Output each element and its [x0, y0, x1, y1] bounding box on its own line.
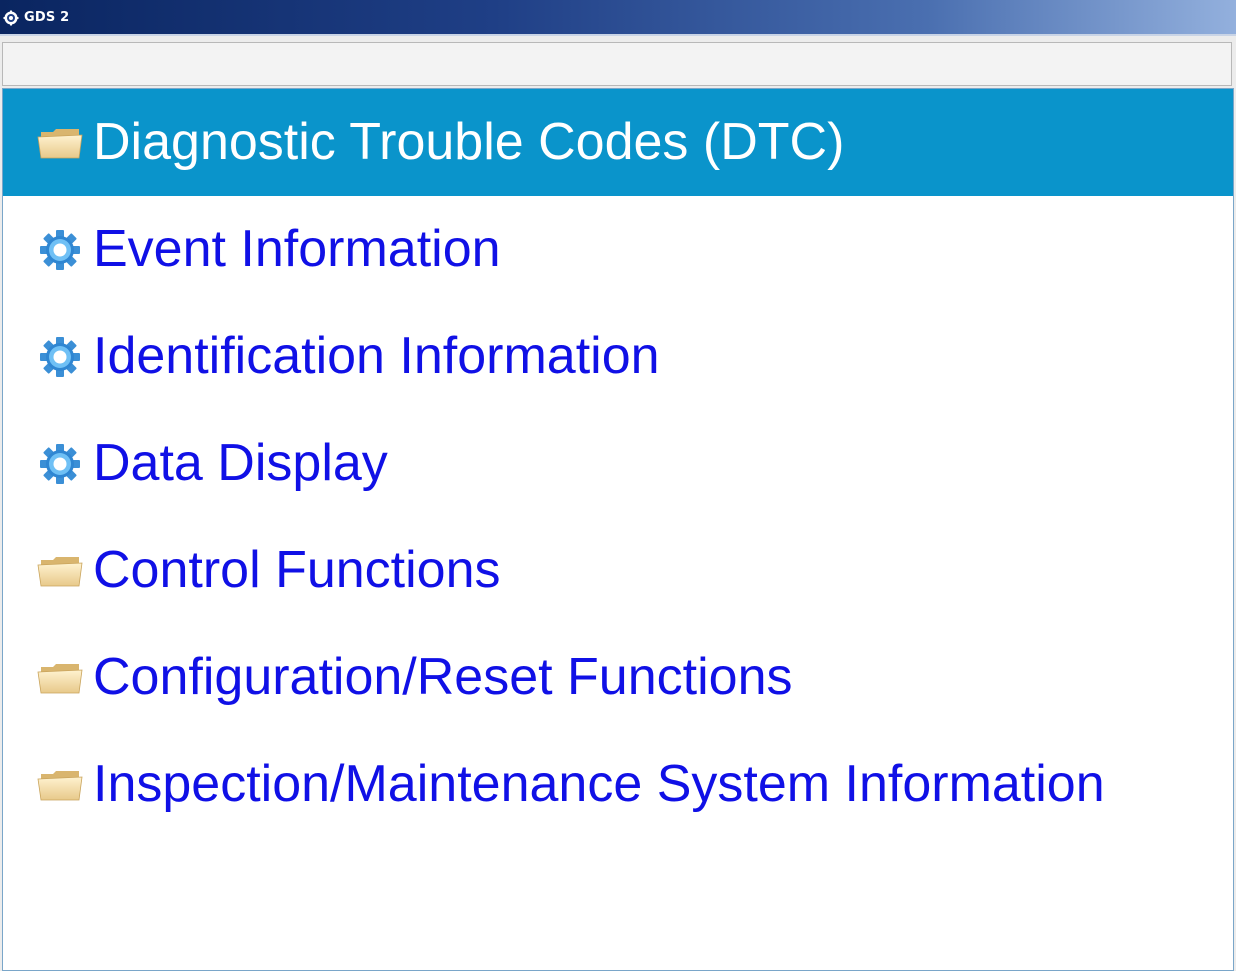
folder-icon [37, 663, 83, 693]
menu-item-configuration-reset-functions[interactable]: Configuration/Reset Functions [3, 624, 1233, 731]
menu-item-identification-information[interactable]: Identification Information [3, 303, 1233, 410]
menu-item-label: Inspection/Maintenance System Informatio… [93, 754, 1105, 813]
gear-icon [40, 229, 80, 270]
menu-item-data-display[interactable]: Data Display [3, 410, 1233, 517]
gds2-window: GDS 2 Diagnostic Trouble Codes (DTC) Eve… [0, 0, 1236, 971]
menu-item-label: Control Functions [93, 540, 501, 599]
folder-icon [37, 128, 83, 158]
toolbar [2, 42, 1232, 86]
menu-item-label: Event Information [93, 219, 501, 278]
window-title: GDS 2 [24, 10, 70, 25]
gear-icon [40, 336, 80, 377]
folder-icon [37, 770, 83, 800]
menu-list: Diagnostic Trouble Codes (DTC) Event Inf… [3, 89, 1233, 838]
menu-item-label: Diagnostic Trouble Codes (DTC) [93, 112, 845, 171]
folder-icon [37, 556, 83, 586]
menu-item-inspection-maintenance-system-information[interactable]: Inspection/Maintenance System Informatio… [3, 731, 1233, 838]
menu-item-event-information[interactable]: Event Information [3, 196, 1233, 303]
gds-app-icon [3, 10, 19, 26]
menu-item-label: Identification Information [93, 326, 660, 385]
title-bar[interactable]: GDS 2 [0, 0, 1236, 36]
menu-item-control-functions[interactable]: Control Functions [3, 517, 1233, 624]
menu-item-label: Data Display [93, 433, 388, 492]
menu-item-label: Configuration/Reset Functions [93, 647, 793, 706]
gear-icon [40, 443, 80, 484]
menu-item-diagnostic-trouble-codes[interactable]: Diagnostic Trouble Codes (DTC) [3, 89, 1233, 196]
function-menu: Diagnostic Trouble Codes (DTC) Event Inf… [2, 88, 1234, 971]
